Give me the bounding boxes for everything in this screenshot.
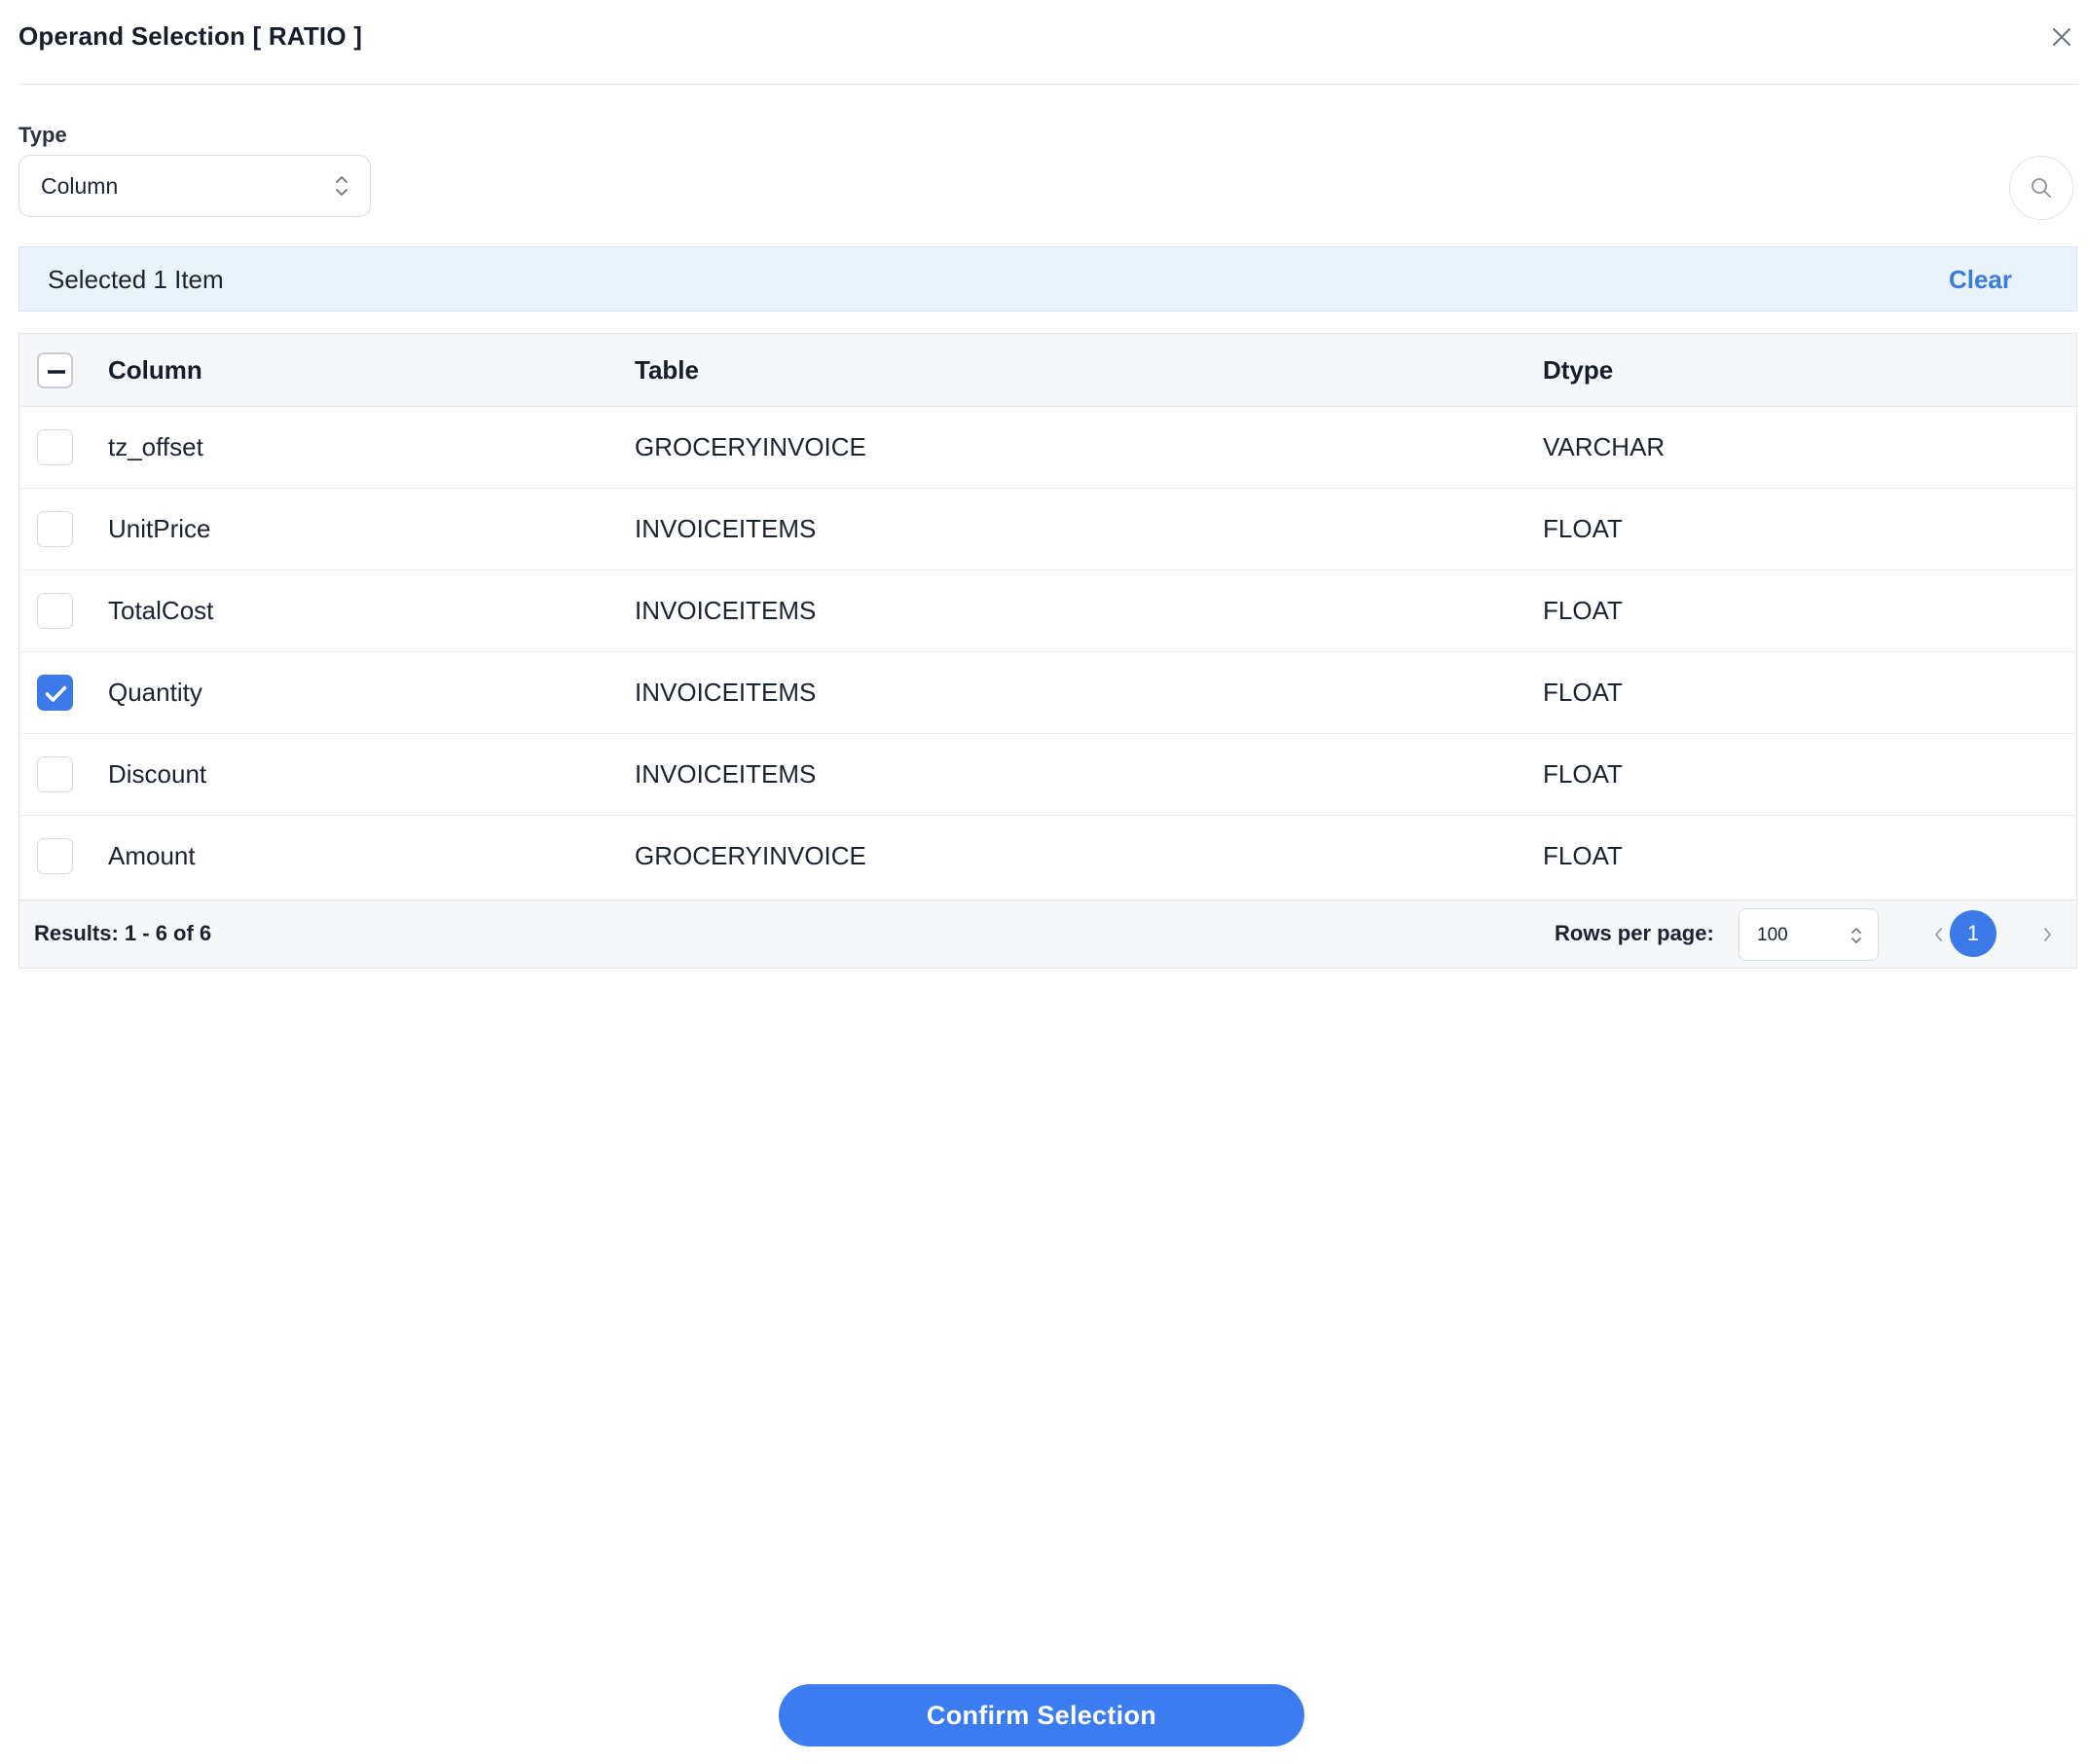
minus-icon (48, 370, 65, 374)
type-label: Type (18, 123, 67, 147)
modal-header: Operand Selection [ RATIO ] (18, 0, 2077, 85)
confirm-selection-button[interactable]: Confirm Selection (779, 1684, 1304, 1746)
cell-table: INVOICEITEMS (635, 759, 817, 789)
cell-dtype: FLOAT (1543, 678, 1623, 707)
next-page-button[interactable] (2026, 913, 2069, 956)
cell-dtype: FLOAT (1543, 596, 1623, 625)
rows-per-page-select[interactable]: 100 (1739, 908, 1879, 961)
cell-column: Discount (108, 759, 207, 789)
modal-title: Operand Selection [ RATIO ] (18, 21, 363, 51)
row-checkbox[interactable] (37, 838, 73, 874)
cell-table: INVOICEITEMS (635, 678, 817, 707)
search-icon (2032, 178, 2051, 198)
cell-table: GROCERYINVOICE (635, 841, 866, 870)
cell-table: INVOICEITEMS (635, 596, 817, 625)
type-select-value: Column (41, 172, 119, 199)
table-header: Column Table Dtype (19, 334, 2076, 407)
clear-selection-button[interactable]: Clear (1949, 265, 2012, 295)
cell-table: INVOICEITEMS (635, 514, 817, 543)
search-button[interactable] (2009, 156, 2073, 220)
table-row[interactable]: Discount INVOICEITEMS FLOAT (19, 734, 2076, 816)
cell-dtype: FLOAT (1543, 514, 1623, 543)
row-checkbox[interactable] (37, 429, 73, 465)
row-checkbox[interactable] (37, 756, 73, 792)
selection-bar: Selected 1 Item Clear (18, 246, 2077, 312)
row-checkbox[interactable] (37, 511, 73, 547)
selection-summary: Selected 1 Item (48, 265, 224, 294)
table-footer: Results: 1 - 6 of 6 Rows per page: 100 1 (19, 900, 2076, 968)
table-row[interactable]: Quantity INVOICEITEMS FLOAT (19, 652, 2076, 734)
cell-column: UnitPrice (108, 514, 211, 543)
cell-dtype: VARCHAR (1543, 432, 1666, 461)
type-select[interactable]: Column (18, 155, 371, 217)
cell-column: tz_offset (108, 432, 203, 461)
header-table[interactable]: Table (635, 355, 699, 386)
table-row[interactable]: tz_offset GROCERYINVOICE VARCHAR (19, 407, 2076, 489)
select-all-checkbox[interactable] (37, 352, 73, 388)
cell-dtype: FLOAT (1543, 759, 1623, 789)
row-checkbox[interactable] (37, 593, 73, 629)
columns-table: Column Table Dtype tz_offset GROCERYINVO… (18, 333, 2077, 969)
table-row[interactable]: TotalCost INVOICEITEMS FLOAT (19, 570, 2076, 652)
chevron-left-icon (1935, 928, 1942, 941)
chevron-updown-icon (336, 176, 348, 196)
cell-column: Amount (108, 841, 196, 870)
rows-per-page-value: 100 (1757, 925, 1788, 945)
cell-table: GROCERYINVOICE (635, 432, 866, 461)
header-dtype[interactable]: Dtype (1543, 355, 1613, 386)
close-button[interactable] (2046, 21, 2077, 53)
table-row[interactable]: UnitPrice INVOICEITEMS FLOAT (19, 489, 2076, 570)
table-row[interactable]: Amount GROCERYINVOICE FLOAT (19, 816, 2076, 898)
cell-dtype: FLOAT (1543, 841, 1623, 870)
header-column[interactable]: Column (108, 355, 202, 386)
chevron-right-icon (2044, 928, 2051, 941)
cell-column: Quantity (108, 678, 202, 707)
close-icon (2053, 28, 2070, 46)
results-count: Results: 1 - 6 of 6 (34, 921, 212, 945)
chevron-updown-icon (1851, 928, 1861, 943)
check-icon (45, 685, 67, 702)
cell-column: TotalCost (108, 596, 214, 625)
rows-per-page-label: Rows per page: (1555, 921, 1714, 945)
page-button-current[interactable]: 1 (1950, 910, 1996, 957)
row-checkbox-checked[interactable] (37, 675, 73, 711)
